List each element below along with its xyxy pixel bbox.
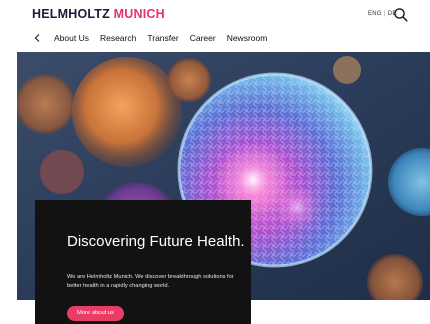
main-navigation: About Us Research Transfer Career Newsro… — [33, 32, 278, 44]
helmholtz-logo[interactable]: HELMHOLTZ MUNICH — [32, 7, 165, 21]
logo-text-primary: HELMHOLTZ — [32, 7, 110, 21]
nav-item-transfer[interactable]: Transfer — [147, 33, 178, 43]
hero-title: Discovering Future Health. — [67, 233, 245, 250]
nav-item-research[interactable]: Research — [100, 33, 136, 43]
logo-text-accent: MUNICH — [113, 7, 165, 21]
hero-subtitle: We are Helmholtz Munich. We discover bre… — [67, 274, 234, 289]
lang-en-link[interactable]: ENG — [368, 11, 382, 17]
search-icon[interactable] — [393, 7, 409, 23]
nav-item-newsroom[interactable]: Newsroom — [227, 33, 268, 43]
site-header: HELMHOLTZ MUNICH ENG | DE About Us Researc… — [0, 0, 430, 52]
hero-panel: Discovering Future Health. We are Helmho… — [35, 200, 251, 324]
nav-item-career[interactable]: Career — [190, 33, 216, 43]
more-about-us-button[interactable]: More about us — [67, 306, 125, 321]
chevron-left-icon[interactable] — [33, 33, 41, 43]
nav-item-about-us[interactable]: About Us — [54, 33, 89, 43]
